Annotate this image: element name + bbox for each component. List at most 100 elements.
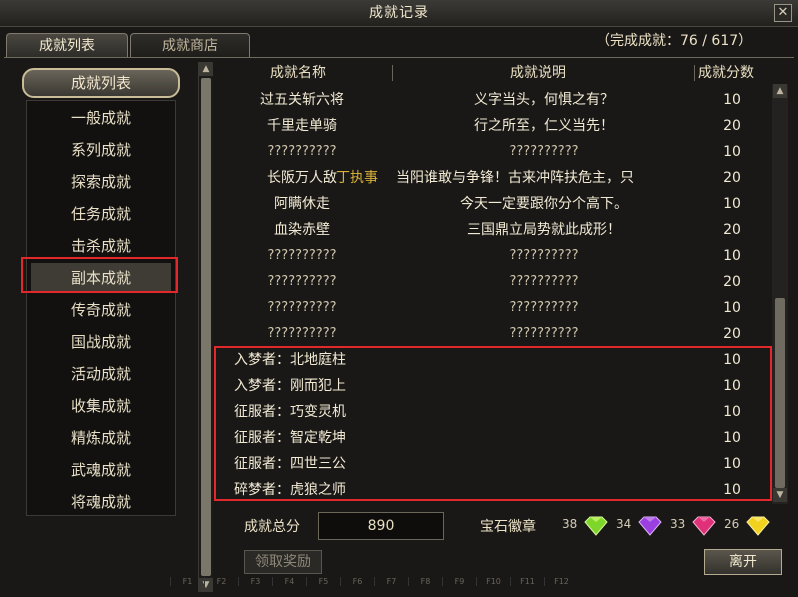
fkey[interactable]: F8 bbox=[408, 577, 442, 586]
table-row[interactable]: ?????????? ?????????? 10 bbox=[212, 243, 772, 269]
completion-progress: （完成成就：76 / 617） bbox=[596, 33, 753, 49]
scroll-thumb[interactable] bbox=[201, 78, 211, 576]
yellow-gem-icon bbox=[746, 516, 770, 536]
achievement-desc: 今天一定要跟你分个高下。 bbox=[460, 196, 628, 212]
fkey[interactable]: F12 bbox=[544, 577, 578, 586]
fkey[interactable]: F9 bbox=[442, 577, 476, 586]
highlight-box-sidebar bbox=[21, 257, 178, 293]
gem-count: 38 bbox=[562, 517, 578, 531]
achievement-score: 10 bbox=[723, 196, 741, 212]
sidebar-item-collect[interactable]: 收集成就 bbox=[31, 391, 171, 421]
achievement-score: 10 bbox=[723, 248, 741, 264]
achievement-desc: 当阳谁敢与争锋！古来冲阵扶危主，只 bbox=[396, 170, 634, 186]
header-name: 成就名称 bbox=[270, 65, 326, 81]
table-row[interactable]: 血染赤壁 三国鼎立局势就此成形！ 20 bbox=[212, 217, 772, 243]
badge-label: 宝石徽章 bbox=[480, 519, 536, 535]
achievement-name: 血染赤壁 bbox=[274, 222, 330, 238]
scroll-up-icon[interactable]: ▲ bbox=[773, 84, 787, 98]
total-score-label: 成就总分 bbox=[244, 519, 300, 535]
table-row[interactable]: ?????????? ?????????? 10 bbox=[212, 139, 772, 165]
table-row[interactable]: ?????????? ?????????? 20 bbox=[212, 269, 772, 295]
table-row[interactable]: 过五关斩六将 义字当头，何惧之有？ 10 bbox=[212, 87, 772, 113]
function-key-bar: F1 F2 F3 F4 F5 F6 F7 F8 F9 F10 F11 F12 bbox=[170, 577, 690, 591]
achievement-desc: ?????????? bbox=[509, 274, 579, 289]
achievement-name: ?????????? bbox=[267, 248, 337, 263]
achievement-desc: ?????????? bbox=[509, 248, 579, 263]
fkey[interactable]: F11 bbox=[510, 577, 544, 586]
sidebar-item-warsoul[interactable]: 武魂成就 bbox=[31, 455, 171, 485]
overlay-npc-name: 丁执事 bbox=[336, 170, 378, 186]
tab-achievement-shop[interactable]: 成就商店 bbox=[130, 33, 250, 58]
header-divider bbox=[392, 65, 393, 81]
gem-count: 34 bbox=[616, 517, 632, 531]
achievement-name: 阿瞒休走 bbox=[274, 196, 330, 212]
category-list: 一般成就 系列成就 探索成就 任务成就 击杀成就 副本成就 传奇成就 国战成就 … bbox=[26, 100, 176, 516]
table-row[interactable]: ?????????? ?????????? 10 bbox=[212, 295, 772, 321]
sidebar-item-refine[interactable]: 精炼成就 bbox=[31, 423, 171, 453]
fkey[interactable]: F6 bbox=[340, 577, 374, 586]
gem-count: 26 bbox=[724, 517, 740, 531]
achievement-score: 20 bbox=[723, 118, 741, 134]
sidebar-item-event[interactable]: 活动成就 bbox=[31, 359, 171, 389]
window-title: 成就记录 bbox=[0, 0, 798, 27]
achievement-name: ?????????? bbox=[267, 300, 337, 315]
achievement-desc: 行之所至，仁义当先！ bbox=[474, 118, 614, 134]
fkey[interactable]: F1 bbox=[170, 577, 204, 586]
gem-count: 33 bbox=[670, 517, 686, 531]
sidebar-item-generalsoul[interactable]: 将魂成就 bbox=[31, 487, 171, 517]
fkey[interactable]: F5 bbox=[306, 577, 340, 586]
table-row[interactable]: 阿瞒休走 今天一定要跟你分个高下。 10 bbox=[212, 191, 772, 217]
sidebar-item-series[interactable]: 系列成就 bbox=[31, 135, 171, 165]
achievement-score: 20 bbox=[723, 326, 741, 342]
achievement-name: ?????????? bbox=[267, 144, 337, 159]
achievement-score: 20 bbox=[723, 274, 741, 290]
table-row[interactable]: ?????????? ?????????? 20 bbox=[212, 321, 772, 347]
header-score: 成就分数 bbox=[698, 65, 754, 81]
fkey[interactable]: F10 bbox=[476, 577, 510, 586]
scroll-thumb[interactable] bbox=[775, 298, 785, 488]
sidebar-item-legend[interactable]: 传奇成就 bbox=[31, 295, 171, 325]
header-divider bbox=[694, 65, 695, 81]
fkey[interactable]: F2 bbox=[204, 577, 238, 586]
green-gem-icon bbox=[584, 516, 608, 536]
fkey[interactable]: F7 bbox=[374, 577, 408, 586]
achievement-score: 20 bbox=[723, 170, 741, 186]
purple-gem-icon bbox=[638, 516, 662, 536]
achievement-window: 成就记录 ✕ 成就列表 成就商店 （完成成就：76 / 617） 成就列表 一般… bbox=[0, 0, 798, 597]
close-button[interactable]: ✕ bbox=[774, 4, 792, 22]
sidebar-item-nation-war[interactable]: 国战成就 bbox=[31, 327, 171, 357]
achievement-name: 千里走单骑 bbox=[267, 118, 337, 134]
achievement-desc: 义字当头，何惧之有？ bbox=[474, 92, 614, 108]
achievement-desc: ?????????? bbox=[509, 144, 579, 159]
achievement-score: 20 bbox=[723, 222, 741, 238]
table-row[interactable]: 千里走单骑 行之所至，仁义当先！ 20 bbox=[212, 113, 772, 139]
red-gem-icon bbox=[692, 516, 716, 536]
claim-reward-button[interactable]: 领取奖励 bbox=[244, 550, 322, 574]
achievement-name: ?????????? bbox=[267, 274, 337, 289]
achievement-score: 10 bbox=[723, 144, 741, 160]
sidebar-item-explore[interactable]: 探索成就 bbox=[31, 167, 171, 197]
achievement-score: 10 bbox=[723, 300, 741, 316]
sidebar-item-general[interactable]: 一般成就 bbox=[31, 103, 171, 133]
achievement-name: ?????????? bbox=[267, 326, 337, 341]
achievement-desc: ?????????? bbox=[509, 326, 579, 341]
highlight-box-table bbox=[214, 346, 772, 501]
tab-achievement-list[interactable]: 成就列表 bbox=[6, 33, 128, 58]
table-row[interactable]: 长阪万人敌 丁执事 当阳谁敢与争锋！古来冲阵扶危主，只 20 bbox=[212, 165, 772, 191]
sidebar-item-quest[interactable]: 任务成就 bbox=[31, 199, 171, 229]
header-desc: 成就说明 bbox=[510, 65, 566, 81]
fkey[interactable]: F4 bbox=[272, 577, 306, 586]
table-scrollbar[interactable]: ▲ ▼ bbox=[772, 84, 788, 504]
total-score-value: 890 bbox=[318, 512, 444, 540]
scroll-up-icon[interactable]: ▲ bbox=[199, 62, 213, 76]
achievement-score: 10 bbox=[723, 92, 741, 108]
achievement-desc: 三国鼎立局势就此成形！ bbox=[467, 222, 621, 238]
scroll-down-icon[interactable]: ▼ bbox=[773, 488, 787, 502]
achievement-desc: ?????????? bbox=[509, 300, 579, 315]
tab-divider bbox=[4, 57, 794, 58]
fkey[interactable]: F3 bbox=[238, 577, 272, 586]
sidebar-header[interactable]: 成就列表 bbox=[22, 68, 180, 98]
left-scrollbar[interactable]: ▲ ▼ bbox=[198, 62, 213, 592]
achievement-name: 过五关斩六将 bbox=[260, 92, 344, 108]
leave-button[interactable]: 离开 bbox=[704, 549, 782, 575]
